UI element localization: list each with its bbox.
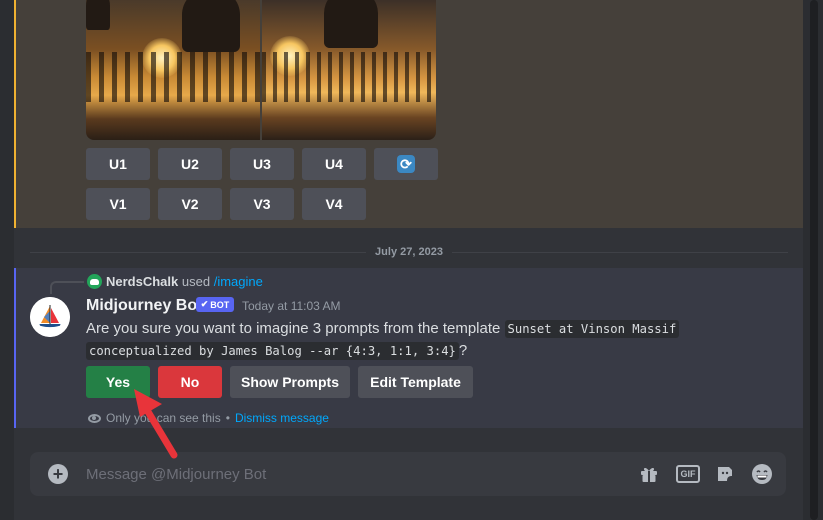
message-text-line-2: conceptualized by James Balog --ar {4:3,… bbox=[86, 341, 467, 361]
message-author[interactable]: Midjourney Bot bbox=[86, 296, 202, 316]
v3-button[interactable]: V3 bbox=[230, 188, 294, 220]
plus-icon[interactable]: + bbox=[48, 464, 68, 484]
edit-template-button[interactable]: Edit Template bbox=[358, 366, 473, 398]
message-text-line-1: Are you sure you want to imagine 3 promp… bbox=[86, 319, 680, 339]
u3-button[interactable]: U3 bbox=[230, 148, 294, 180]
midjourney-logo-icon bbox=[30, 297, 70, 337]
gift-icon[interactable] bbox=[638, 462, 660, 486]
reroll-button[interactable]: ⟳ bbox=[374, 148, 438, 180]
image-grid[interactable] bbox=[86, 0, 436, 140]
template-code-part-1: Sunset at Vinson Massif bbox=[504, 320, 680, 338]
template-code-part-2: conceptualized by James Balog --ar {4:3,… bbox=[86, 342, 459, 360]
ephemeral-text: Only you can see this bbox=[106, 411, 221, 425]
reply-username[interactable]: NerdsChalk bbox=[106, 274, 178, 289]
message-text: Are you sure you want to imagine 3 promp… bbox=[86, 320, 501, 337]
date-divider-label: July 27, 2023 bbox=[366, 245, 452, 259]
reply-connector bbox=[50, 281, 84, 294]
command-reply-header: NerdsChalk used /imagine bbox=[106, 274, 263, 290]
sticker-icon[interactable] bbox=[714, 462, 736, 486]
grid-image-left[interactable] bbox=[86, 0, 260, 140]
u2-button[interactable]: U2 bbox=[158, 148, 222, 180]
refresh-icon: ⟳ bbox=[397, 155, 415, 173]
reply-used-text: used bbox=[181, 274, 211, 289]
message-input[interactable] bbox=[86, 463, 606, 485]
u1-button[interactable]: U1 bbox=[86, 148, 150, 180]
separator-dot: • bbox=[225, 411, 230, 425]
u4-button[interactable]: U4 bbox=[302, 148, 366, 180]
left-gutter bbox=[0, 0, 14, 520]
grid-image-right[interactable] bbox=[262, 0, 436, 140]
bot-badge-label: BOT bbox=[210, 299, 230, 310]
show-prompts-button[interactable]: Show Prompts bbox=[230, 366, 350, 398]
reply-command[interactable]: /imagine bbox=[214, 274, 263, 289]
discord-icon bbox=[87, 274, 102, 289]
avatar[interactable] bbox=[30, 297, 70, 337]
gif-label: GIF bbox=[676, 465, 700, 483]
scrollbar-thumb[interactable] bbox=[810, 0, 818, 520]
v4-button[interactable]: V4 bbox=[302, 188, 366, 220]
check-icon: ✔ bbox=[200, 299, 209, 309]
eye-icon bbox=[88, 413, 101, 423]
v2-button[interactable]: V2 bbox=[158, 188, 222, 220]
message-text-end: ? bbox=[458, 342, 468, 359]
message-timestamp: Today at 11:03 AM bbox=[242, 299, 341, 313]
bot-badge: ✔ BOT bbox=[196, 297, 234, 312]
yes-button[interactable]: Yes bbox=[86, 366, 150, 398]
no-button[interactable]: No bbox=[158, 366, 222, 398]
emoji-icon[interactable] bbox=[751, 462, 773, 486]
v1-button[interactable]: V1 bbox=[86, 188, 150, 220]
dismiss-message-link[interactable]: Dismiss message bbox=[235, 411, 329, 425]
ephemeral-notice: Only you can see this • Dismiss message bbox=[88, 411, 329, 425]
gif-icon[interactable]: GIF bbox=[675, 462, 701, 486]
